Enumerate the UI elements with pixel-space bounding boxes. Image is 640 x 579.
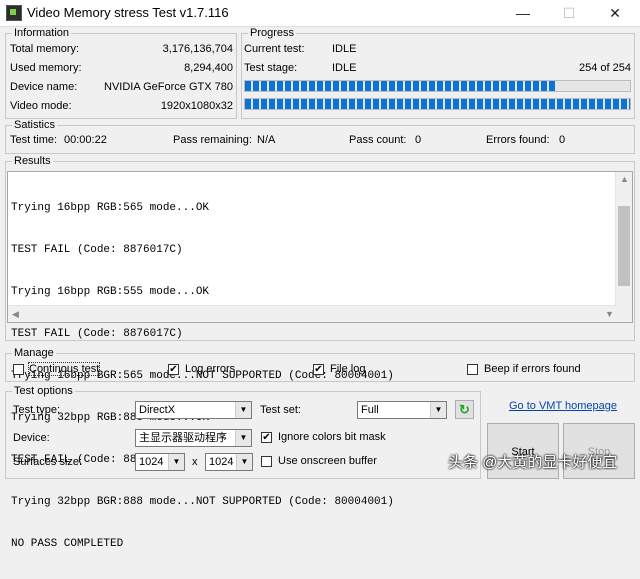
title-bar: Video Memory stress Test v1.7.116 — ☐ ✕ (0, 0, 640, 27)
device-select[interactable]: 主显示器驱动程序 ▼ (135, 429, 252, 447)
used-memory-label: Used memory: (10, 62, 82, 74)
file-log-checkbox[interactable]: ✔ (313, 364, 324, 375)
test-type-value: DirectX (139, 404, 176, 416)
video-mode-value: 1920x1080x32 (160, 100, 233, 112)
device-label: Device: (13, 432, 50, 444)
surface-height-value: 1024 (209, 456, 234, 468)
statistics-title: Satistics (12, 119, 57, 131)
total-progress-bar (244, 98, 631, 110)
scroll-down-icon[interactable]: ▼ (605, 309, 614, 319)
result-line: Trying 16bpp RGB:555 mode...OK (11, 286, 210, 298)
result-line: TEST FAIL (Code: 8876017C) (11, 328, 183, 340)
total-progress-fill (245, 99, 630, 109)
test-time-value: 00:00:22 (64, 134, 107, 146)
test-stage-value: IDLE (332, 62, 357, 74)
log-errors-checkbox[interactable]: ✔ (168, 364, 179, 375)
result-line: TEST FAIL (Code: 8876017C) (11, 244, 183, 256)
beep-checkbox[interactable] (467, 364, 478, 375)
manage-title: Manage (12, 347, 56, 359)
continous-test-label[interactable]: Continous test (27, 362, 101, 376)
result-line: Trying 32bpp BGR:888 mode...NOT SUPPORTE… (11, 496, 394, 508)
test-set-value: Full (361, 404, 379, 416)
total-memory-value: 3,176,136,704 (162, 43, 233, 55)
result-line: Trying 16bpp RGB:565 mode...OK (11, 202, 210, 214)
stage-progress-fill (245, 81, 557, 91)
onscreen-buffer-label[interactable]: Use onscreen buffer (278, 455, 377, 467)
used-memory-value: 8,294,400 (184, 62, 233, 74)
log-errors-label[interactable]: Log errors (185, 363, 235, 375)
close-button[interactable]: ✕ (592, 0, 638, 26)
results-title: Results (12, 155, 53, 167)
onscreen-buffer-checkbox[interactable] (261, 456, 272, 467)
chevron-down-icon: ▼ (235, 430, 251, 446)
surface-width-select[interactable]: 1024 ▼ (135, 453, 185, 471)
device-name-label: Device name: (10, 81, 78, 93)
surface-width-value: 1024 (139, 456, 164, 468)
test-time-label: Test time: (10, 134, 58, 146)
test-type-label: Test type: (13, 404, 61, 416)
current-test-value: IDLE (332, 43, 357, 55)
surfaces-size-label: Surfaces size: (13, 456, 83, 468)
test-type-select[interactable]: DirectX ▼ (135, 401, 252, 419)
device-name-value: NVIDIA GeForce GTX 780 (104, 81, 233, 93)
stage-progress-bar (244, 80, 631, 92)
pass-remaining-value: N/A (257, 134, 276, 146)
test-set-label: Test set: (260, 404, 301, 416)
information-title: Information (12, 27, 72, 39)
errors-found-label: Errors found: (486, 134, 550, 146)
surface-x-label: x (192, 456, 198, 468)
ignore-colors-label[interactable]: Ignore colors bit mask (278, 431, 386, 443)
minimize-button[interactable]: — (500, 0, 546, 26)
results-log[interactable]: Trying 16bpp RGB:565 mode...OK TEST FAIL… (7, 171, 633, 550)
refresh-icon[interactable]: ↻ (455, 400, 474, 419)
test-options-title: Test options (12, 385, 75, 397)
device-value: 主显示器驱动程序 (139, 432, 227, 444)
current-test-label: Current test: (244, 43, 305, 55)
video-mode-label: Video mode: (10, 100, 72, 112)
maximize-button[interactable]: ☐ (546, 0, 592, 26)
horizontal-scrollbar[interactable]: ◀ ▼ (8, 305, 616, 322)
vertical-scrollbar[interactable]: ▲ (615, 172, 632, 322)
window-title: Video Memory stress Test v1.7.116 (27, 5, 229, 20)
test-set-select[interactable]: Full ▼ (357, 401, 447, 419)
chevron-down-icon: ▼ (168, 454, 184, 470)
pass-remaining-label: Pass remaining: (173, 134, 252, 146)
errors-found-value: 0 (559, 134, 566, 146)
file-log-label[interactable]: File log (330, 363, 365, 375)
vertical-scroll-thumb[interactable] (618, 206, 630, 286)
scroll-left-icon[interactable]: ◀ (12, 309, 19, 320)
vmt-homepage-link[interactable]: Go to VMT homepage (509, 400, 617, 412)
test-stage-label: Test stage: (244, 62, 298, 74)
chevron-down-icon: ▼ (235, 402, 251, 418)
ignore-colors-checkbox[interactable]: ✔ (261, 432, 272, 443)
chevron-down-icon: ▼ (430, 402, 446, 418)
stage-count: 254 of 254 (579, 62, 631, 74)
progress-title: Progress (248, 27, 297, 39)
surface-height-select[interactable]: 1024 ▼ (205, 453, 253, 471)
chevron-down-icon: ▼ (236, 454, 252, 470)
result-line: NO PASS COMPLETED (11, 538, 124, 550)
pass-count-value: 0 (415, 134, 422, 146)
continous-test-checkbox[interactable] (13, 364, 24, 375)
beep-label[interactable]: Beep if errors found (484, 363, 581, 375)
watermark-text: 头条 @大黄的显卡好便宜 (448, 454, 618, 471)
total-memory-label: Total memory: (10, 43, 80, 55)
pass-count-label: Pass count: (349, 134, 407, 146)
app-icon (6, 5, 22, 21)
scroll-up-icon[interactable]: ▲ (620, 174, 629, 184)
